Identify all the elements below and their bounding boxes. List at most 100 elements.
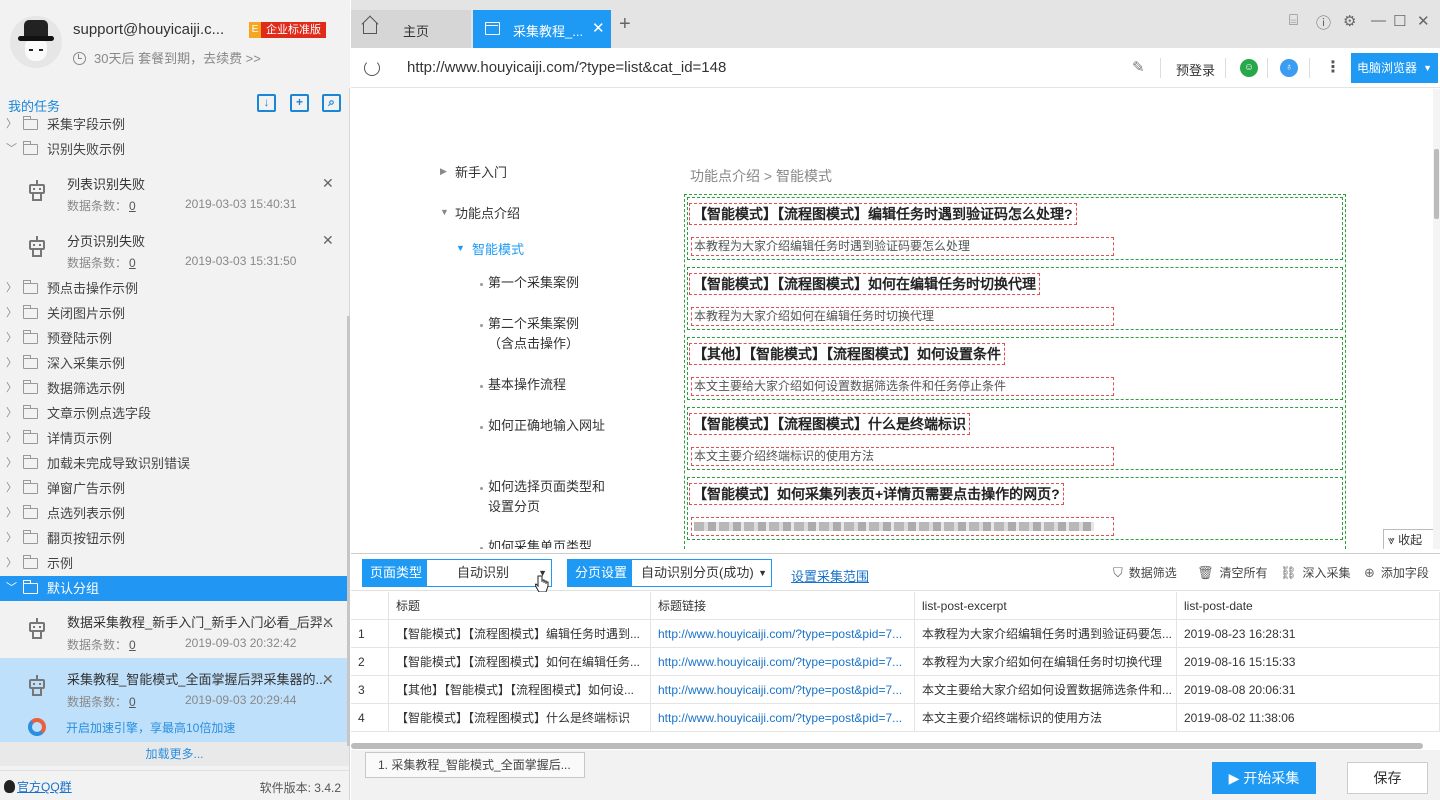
nav-sub-item[interactable]: 第一个采集案例 xyxy=(488,273,618,293)
table-row[interactable]: 2 【智能模式】【流程图模式】如何在编辑任务... http://www.houyi… xyxy=(351,648,1440,676)
table-cell-n[interactable]: 1 xyxy=(351,620,389,648)
nav-sub-item[interactable]: 如何选择页面类型和设置分页 xyxy=(488,477,608,517)
edit-url-icon[interactable]: ✎ xyxy=(1132,58,1145,76)
task-item[interactable]: 分页识别失败 数据条数： 0 2019-03-03 15:31:50 ✕ xyxy=(0,222,349,276)
page-type-select[interactable]: 自动识别 ▼ xyxy=(426,559,552,587)
deep-collect-button[interactable]: ⛓ 深入采集 xyxy=(1280,564,1351,581)
new-task-icon[interactable]: + xyxy=(290,94,309,112)
table-cell-date[interactable]: 2019-08-08 20:06:31 xyxy=(1177,676,1440,704)
import-task-icon[interactable]: ↓ xyxy=(257,94,276,112)
nav-sub-item[interactable]: 如何采集单页类型 xyxy=(488,537,618,549)
table-cell-link[interactable]: http://www.houyicaiji.com/?type=post&pid… xyxy=(651,704,915,732)
tree-folder[interactable]: 〉详情页示例 xyxy=(0,426,349,451)
table-cell-excerpt[interactable]: 本教程为大家介绍如何在编辑任务时切换代理 xyxy=(915,648,1177,676)
column-header[interactable]: 标题 xyxy=(389,592,651,620)
prelogin-button[interactable]: 预登录 xyxy=(1176,60,1215,79)
table-row[interactable]: 1 【智能模式】【流程图模式】编辑任务时遇到... http://www.houyi… xyxy=(351,620,1440,648)
table-row[interactable]: 3 【其他】【智能模式】【流程图模式】如何设... http://www.houyi… xyxy=(351,676,1440,704)
table-cell-excerpt[interactable]: 本教程为大家介绍编辑任务时遇到验证码要怎... xyxy=(915,620,1177,648)
table-cell-link[interactable]: http://www.houyicaiji.com/?type=post&pid… xyxy=(651,620,915,648)
gift-icon[interactable]: ⌸ xyxy=(1289,12,1298,29)
table-cell-n[interactable]: 3 xyxy=(351,676,389,704)
article-title[interactable]: 【智能模式】如何采集列表页+详情页需要点击操作的网页? xyxy=(689,483,1064,505)
settings-icon[interactable]: ⚙ xyxy=(1343,12,1356,30)
table-cell-title[interactable]: 【智能模式】【流程图模式】如何在编辑任务... xyxy=(389,648,651,676)
save-button[interactable]: 保存 xyxy=(1347,762,1428,794)
table-cell-link[interactable]: http://www.houyicaiji.com/?type=post&pid… xyxy=(651,648,915,676)
tree-folder[interactable]: 〉数据筛选示例 xyxy=(0,376,349,401)
nav-sub-item[interactable]: 基本操作流程 xyxy=(488,375,618,395)
article-title[interactable]: 【智能模式】【流程图模式】如何在编辑任务时切换代理 xyxy=(689,273,1040,295)
task-item[interactable]: 列表识别失败 数据条数： 0 2019-03-03 15:40:31 ✕ xyxy=(0,166,349,220)
table-cell-date[interactable]: 2019-08-23 16:28:31 xyxy=(1177,620,1440,648)
table-cell-link[interactable]: http://www.houyicaiji.com/?type=post&pid… xyxy=(651,676,915,704)
close-icon[interactable]: ✕ xyxy=(1417,12,1430,30)
tab-active[interactable]: 采集教程_... ✕ xyxy=(473,10,611,48)
table-row[interactable]: 4 【智能模式】【流程图模式】什么是终端标识 http://www.houyicai… xyxy=(351,704,1440,732)
sidebar-scrollbar[interactable] xyxy=(347,316,350,746)
table-cell-title[interactable]: 【其他】【智能模式】【流程图模式】如何设... xyxy=(389,676,651,704)
table-cell-title[interactable]: 【智能模式】【流程图模式】什么是终端标识 xyxy=(389,704,651,732)
table-cell-date[interactable]: 2019-08-02 11:38:06 xyxy=(1177,704,1440,732)
close-tab-icon[interactable]: ✕ xyxy=(592,19,605,37)
tree-folder[interactable]: ﹀ 识别失败示例 xyxy=(0,137,349,162)
help-icon[interactable]: ⓘ xyxy=(1316,12,1331,33)
drop-icon[interactable]: ♁ xyxy=(1280,59,1298,77)
column-header[interactable]: list-post-excerpt xyxy=(915,592,1177,620)
table-cell-excerpt[interactable]: 本文主要介绍终端标识的使用方法 xyxy=(915,704,1177,732)
table-cell-date[interactable]: 2019-08-16 15:15:33 xyxy=(1177,648,1440,676)
new-tab-icon[interactable]: + xyxy=(619,13,631,36)
load-more-link[interactable]: 加载更多... xyxy=(0,742,349,766)
qq-group-link[interactable]: 官方QQ群 xyxy=(4,778,72,795)
collapse-button[interactable]: ⩔ 收起 xyxy=(1383,529,1437,549)
table-hscrollbar[interactable] xyxy=(351,743,1423,749)
tree-folder[interactable]: 〉预点击操作示例 xyxy=(0,276,349,301)
nav-smart-mode[interactable]: 智能模式 xyxy=(472,239,524,258)
article-title[interactable]: 【智能模式】【流程图模式】编辑任务时遇到验证码怎么处理? xyxy=(689,203,1077,225)
tree-folder[interactable]: 〉关闭图片示例 xyxy=(0,301,349,326)
close-icon[interactable]: ✕ xyxy=(322,232,334,249)
url-input[interactable]: http://www.houyicaiji.com/?type=list&cat… xyxy=(407,59,726,76)
search-task-icon[interactable]: ⌕ xyxy=(322,94,341,112)
table-cell-n[interactable]: 2 xyxy=(351,648,389,676)
tree-folder[interactable]: 〉示例 xyxy=(0,551,349,576)
expiry-notice[interactable]: 30天后 套餐到期，去续费 >> xyxy=(73,48,261,67)
tree-folder[interactable]: 〉弹窗广告示例 xyxy=(0,476,349,501)
table-cell-n[interactable]: 4 xyxy=(351,704,389,732)
browser-mode-dropdown[interactable]: 电脑浏览器 ▼ xyxy=(1351,53,1438,83)
reload-icon[interactable] xyxy=(364,60,380,76)
clear-all-button[interactable]: 🗑 清空所有 xyxy=(1197,564,1268,581)
table-cell-excerpt[interactable]: 本文主要给大家介绍如何设置数据筛选条件和... xyxy=(915,676,1177,704)
tree-folder[interactable]: 〉点选列表示例 xyxy=(0,501,349,526)
set-range-link[interactable]: 设置采集范围 xyxy=(791,566,869,585)
maximize-icon[interactable]: ☐ xyxy=(1393,12,1406,30)
nav-sub-item[interactable]: 第二个采集案例（含点击操作） xyxy=(488,314,596,354)
avatar[interactable] xyxy=(10,16,62,68)
paging-select[interactable]: 自动识别分页(成功) ▼ xyxy=(631,559,772,587)
article-title[interactable]: 【智能模式】【流程图模式】什么是终端标识 xyxy=(689,413,970,435)
start-collect-button[interactable]: ▶ 开始采集 xyxy=(1212,762,1316,794)
column-header[interactable]: list-post-date xyxy=(1177,592,1440,620)
article-title[interactable]: 【其他】【智能模式】【流程图模式】如何设置条件 xyxy=(689,343,1005,365)
tree-folder[interactable]: 〉采集字段示例 xyxy=(0,112,349,137)
tree-folder-default-group[interactable]: ﹀ 默认分组 xyxy=(0,576,349,601)
data-filter-button[interactable]: ⛉ 数据筛选 xyxy=(1113,564,1177,581)
close-icon[interactable]: ✕ xyxy=(322,614,334,631)
more-menu-icon[interactable]: ⋮ xyxy=(1325,57,1341,77)
table-cell-title[interactable]: 【智能模式】【流程图模式】编辑任务时遇到... xyxy=(389,620,651,648)
add-field-button[interactable]: ⊕ 添加字段 xyxy=(1364,564,1429,581)
nav-features[interactable]: 功能点介绍 xyxy=(455,203,520,222)
minimize-icon[interactable]: — xyxy=(1371,12,1386,29)
tree-folder[interactable]: 〉翻页按钮示例 xyxy=(0,526,349,551)
close-icon[interactable]: ✕ xyxy=(322,175,334,192)
nav-newbie[interactable]: 新手入门 xyxy=(455,162,507,181)
task-tab[interactable]: 1. 采集教程_智能模式_全面掌握后... xyxy=(365,752,585,778)
tree-folder[interactable]: 〉深入采集示例 xyxy=(0,351,349,376)
task-item[interactable]: 数据采集教程_新手入门_新手入门必看_后羿... 数据条数： 0 2019-09-… xyxy=(0,601,349,656)
tab-home[interactable]: 主页 xyxy=(351,10,471,48)
close-icon[interactable]: ✕ xyxy=(322,671,334,688)
column-header[interactable]: 标题链接 xyxy=(651,592,915,620)
nav-sub-item[interactable]: 如何正确地输入网址 xyxy=(488,416,606,436)
tree-folder[interactable]: 〉文章示例点选字段 xyxy=(0,401,349,426)
green-status-icon[interactable]: ☺ xyxy=(1240,59,1258,77)
